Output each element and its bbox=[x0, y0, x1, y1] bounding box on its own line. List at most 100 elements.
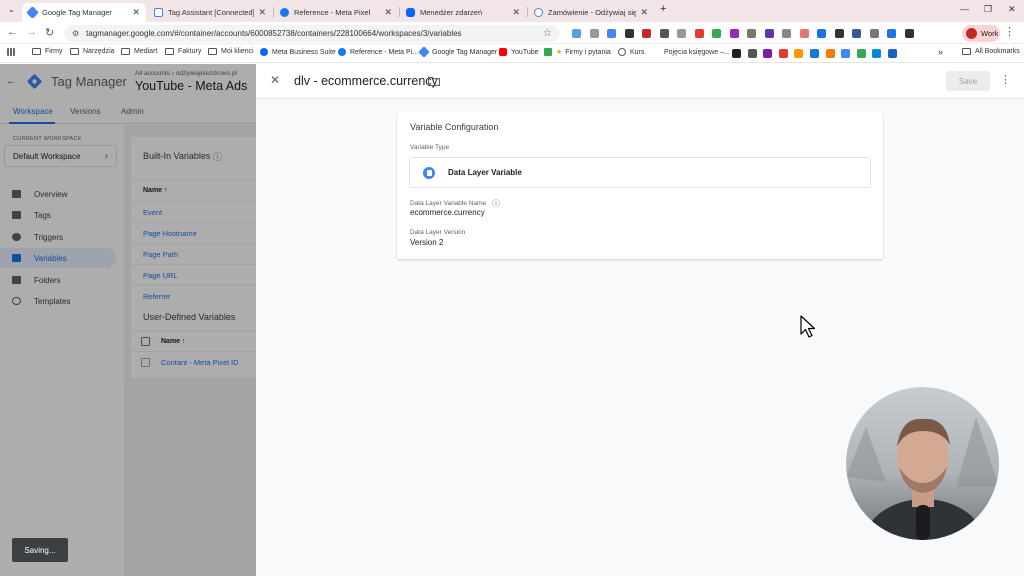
dlv-name-value[interactable]: ecommerce.currency bbox=[410, 208, 485, 217]
bookmark-icon[interactable] bbox=[747, 49, 757, 58]
save-button[interactable]: Save bbox=[946, 71, 990, 91]
close-tab-icon[interactable]: ✕ bbox=[512, 7, 520, 18]
extension-icon[interactable] bbox=[747, 29, 756, 38]
nav-folders[interactable]: Folders bbox=[0, 270, 116, 290]
row-checkbox[interactable] bbox=[141, 357, 150, 367]
bookmark-link[interactable]: ★ Firmy i pytania bbox=[544, 48, 611, 56]
bookmark-icon[interactable] bbox=[872, 49, 882, 58]
bookmark-icon[interactable] bbox=[794, 49, 804, 58]
bookmark-link[interactable]: Meta Business Suite bbox=[260, 48, 336, 56]
help-icon[interactable]: ⓘ bbox=[213, 150, 222, 163]
nav-templates[interactable]: Templates bbox=[0, 291, 116, 311]
extension-icon[interactable] bbox=[694, 29, 704, 38]
extension-icon[interactable] bbox=[887, 29, 896, 38]
table-row[interactable]: Event bbox=[131, 201, 256, 222]
tab-admin[interactable]: Admin bbox=[121, 107, 144, 116]
bookmark-icon[interactable] bbox=[732, 49, 741, 58]
extension-icon[interactable] bbox=[607, 29, 616, 38]
minimize-button[interactable]: — bbox=[960, 4, 969, 14]
extension-icon[interactable] bbox=[869, 29, 879, 38]
restore-button[interactable]: ❐ bbox=[984, 4, 992, 15]
bookmarks-overflow-button[interactable]: » bbox=[938, 47, 943, 57]
bookmark-icon[interactable] bbox=[825, 49, 835, 58]
browser-tab-order[interactable]: Zamówienie - Odżywiaj się zdr ✕ bbox=[528, 3, 654, 22]
dlv-version-value[interactable]: Version 2 bbox=[410, 238, 443, 247]
select-all-checkbox[interactable] bbox=[141, 336, 150, 346]
bookmark-link[interactable]: Reference - Meta Pi... bbox=[338, 48, 418, 56]
bookmark-icon[interactable] bbox=[856, 49, 866, 58]
extension-icon[interactable] bbox=[782, 29, 791, 38]
profile-button[interactable]: Work bbox=[962, 25, 1000, 42]
extension-icon[interactable] bbox=[799, 29, 809, 38]
back-arrow-icon[interactable]: ← bbox=[6, 75, 17, 87]
close-tab-icon[interactable]: ✕ bbox=[132, 7, 140, 18]
browser-tab-tag-assistant[interactable]: Tag Assistant [Connected] ✕ bbox=[148, 3, 272, 22]
bookmark-icon[interactable] bbox=[810, 49, 819, 58]
name-column-header[interactable]: Name ↑ bbox=[131, 179, 256, 201]
nav-triggers[interactable]: Triggers bbox=[0, 227, 116, 247]
extension-icon[interactable] bbox=[834, 29, 844, 38]
tab-workspace[interactable]: Workspace bbox=[13, 107, 53, 116]
extension-icon[interactable] bbox=[852, 29, 861, 38]
container-selector[interactable]: YouTube - Meta Ads bbox=[135, 79, 247, 93]
bookmark-icon[interactable] bbox=[888, 49, 897, 58]
breadcrumb[interactable]: All accounts › odżywiajsiezdrowo.pl bbox=[135, 70, 237, 77]
bookmark-link[interactable]: Pojęcia księgowe –... bbox=[652, 48, 730, 56]
close-tab-icon[interactable]: ✕ bbox=[384, 7, 392, 18]
new-tab-button[interactable]: + bbox=[660, 3, 666, 15]
nav-variables[interactable]: Variables bbox=[0, 248, 116, 268]
extension-icon[interactable] bbox=[589, 29, 599, 38]
bookmark-folder[interactable]: Firmy bbox=[32, 48, 63, 55]
all-bookmarks-button[interactable]: All Bookmarks bbox=[962, 48, 1020, 55]
extension-icon[interactable] bbox=[729, 29, 739, 38]
bookmark-link[interactable]: Kurs bbox=[618, 48, 644, 56]
extension-icon[interactable] bbox=[624, 29, 634, 38]
browser-tab-gtm[interactable]: Google Tag Manager ✕ bbox=[22, 3, 146, 22]
extension-icon[interactable] bbox=[642, 29, 651, 38]
folder-icon[interactable] bbox=[428, 76, 440, 86]
extension-icon[interactable] bbox=[572, 29, 581, 38]
close-icon[interactable]: ✕ bbox=[270, 73, 280, 87]
extension-icon[interactable] bbox=[712, 29, 721, 38]
address-bar[interactable]: ⚙ tagmanager.google.com/#/container/acco… bbox=[64, 25, 560, 42]
extension-icon[interactable] bbox=[659, 29, 669, 38]
help-icon[interactable]: ⓘ bbox=[492, 198, 500, 209]
tab-search-icon[interactable]: ⌄ bbox=[8, 5, 15, 14]
bookmark-star-icon[interactable]: ☆ bbox=[543, 28, 552, 39]
table-row[interactable]: Page Path bbox=[131, 243, 256, 264]
extension-icon[interactable] bbox=[764, 29, 774, 38]
bookmark-link[interactable]: YouTube bbox=[499, 48, 539, 56]
extension-icon[interactable] bbox=[817, 29, 826, 38]
bookmark-icon[interactable] bbox=[841, 49, 851, 58]
extension-icon[interactable] bbox=[904, 29, 914, 38]
more-options-icon[interactable]: ⋮ bbox=[1000, 73, 1011, 86]
variable-type-selector[interactable]: Data Layer Variable bbox=[409, 157, 871, 188]
close-tab-icon[interactable]: ✕ bbox=[258, 7, 266, 18]
nav-tags[interactable]: Tags bbox=[0, 205, 116, 225]
table-row[interactable]: Page Hostname bbox=[131, 222, 256, 243]
nav-overview[interactable]: Overview bbox=[0, 184, 116, 204]
apps-grid-icon[interactable] bbox=[7, 48, 19, 56]
bookmark-icon[interactable] bbox=[778, 49, 788, 58]
bookmark-icon[interactable] bbox=[763, 49, 773, 58]
name-column-header[interactable]: Name ↑ bbox=[131, 330, 256, 351]
window-close-button[interactable]: ✕ bbox=[1008, 4, 1016, 15]
reload-icon[interactable]: ↻ bbox=[45, 26, 54, 39]
table-row[interactable]: Page URL bbox=[131, 264, 256, 285]
bookmark-link[interactable]: Google Tag Manager bbox=[418, 46, 497, 58]
chrome-menu-icon[interactable]: ⋮ bbox=[1004, 25, 1015, 38]
browser-tab-events-manager[interactable]: Menedżer zdarzeń ✕ bbox=[400, 3, 526, 22]
site-info-icon[interactable]: ⚙ bbox=[72, 29, 79, 38]
close-tab-icon[interactable]: ✕ bbox=[640, 7, 648, 18]
table-row[interactable]: Contant - Meta Pixel ID bbox=[131, 351, 256, 372]
forward-icon[interactable]: → bbox=[26, 26, 37, 38]
extension-icon[interactable] bbox=[677, 29, 686, 38]
bookmark-folder[interactable]: Mediart bbox=[121, 48, 157, 55]
variable-title[interactable]: dlv - ecommerce.currency bbox=[294, 74, 438, 88]
workspace-selector[interactable]: Default Workspace › bbox=[4, 145, 117, 167]
bookmark-folder[interactable]: Faktury bbox=[165, 48, 201, 55]
bookmark-folder[interactable]: Narzędzia bbox=[70, 48, 115, 55]
tab-versions[interactable]: Versions bbox=[70, 107, 101, 116]
back-icon[interactable]: ← bbox=[7, 26, 18, 38]
browser-tab-meta-pixel[interactable]: Reference - Meta Pixel ✕ bbox=[274, 3, 398, 22]
